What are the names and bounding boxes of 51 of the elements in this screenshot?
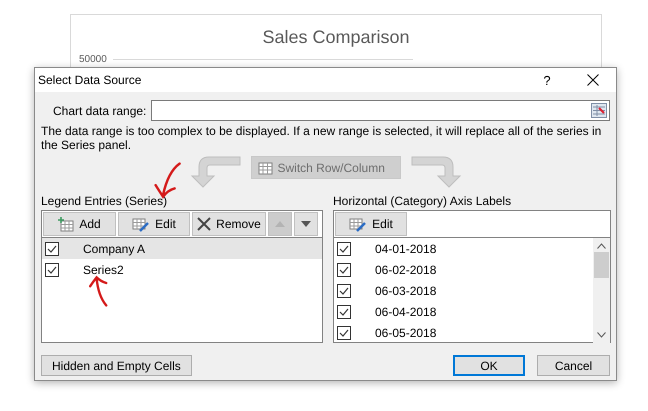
range-input-field[interactable] [151, 100, 610, 121]
switch-table-icon [258, 160, 274, 174]
legend-heading: Legend Entries (Series) [41, 194, 168, 208]
help-button[interactable]: ? [524, 72, 570, 88]
remove-button[interactable]: Remove [192, 212, 266, 236]
chart-title: Sales Comparison [262, 27, 410, 48]
up-triangle-icon [275, 221, 285, 227]
scrollbar[interactable] [593, 238, 610, 343]
axis-label-item[interactable]: 06-03-2018 [334, 280, 593, 301]
axis-labels-heading: Horizontal (Category) Axis Labels [333, 194, 512, 208]
series-name: Company A [83, 242, 146, 256]
axis-label-item[interactable]: 04-01-2018 [334, 238, 593, 259]
axis-label-item[interactable]: 06-02-2018 [334, 259, 593, 280]
checkbox[interactable] [337, 304, 351, 318]
remove-icon [197, 217, 212, 231]
axis-label: 06-03-2018 [375, 284, 436, 298]
dialog-title: Select Data Source [38, 73, 142, 87]
move-down-button[interactable] [294, 212, 318, 236]
edit-table-icon [132, 216, 150, 232]
series-name: Series2 [83, 262, 124, 276]
edit-button[interactable]: Edit [118, 212, 190, 236]
edit-button[interactable]: Edit [335, 212, 407, 236]
message-text: The data range is too complex to be displayed. If a new range is selected, it will replace all of the series in the Series panel. [41, 124, 602, 152]
axis-label: 04-01-2018 [375, 242, 436, 256]
edit-table-icon [349, 216, 368, 232]
series-list-item[interactable]: Series2 [42, 259, 322, 280]
axis-label-item[interactable]: 06-04-2018 [334, 301, 593, 322]
down-triangle-icon [301, 221, 311, 227]
cancel-button[interactable]: Cancel [537, 355, 610, 376]
scroll-down-icon [597, 332, 606, 338]
add-table-icon [58, 216, 74, 232]
scroll-thumb[interactable] [594, 252, 609, 278]
checkbox[interactable] [45, 262, 59, 276]
series-list-item[interactable]: Company A [42, 238, 322, 259]
axis-label-item[interactable]: 06-05-2018 [334, 322, 593, 343]
axis-label: 06-02-2018 [375, 262, 436, 276]
axis-label: 06-05-2018 [375, 326, 436, 340]
axis-tick-label: 50000 [79, 54, 107, 65]
hidden-empty-cells-button[interactable]: Hidden and Empty Cells [41, 355, 192, 376]
checkbox[interactable] [337, 284, 351, 298]
checkbox[interactable] [337, 242, 351, 256]
close-icon [587, 74, 599, 86]
scroll-up-icon [597, 243, 606, 249]
add-button[interactable]: Add [43, 212, 116, 236]
collapse-dialog-icon[interactable] [591, 103, 607, 118]
range-label: Chart data range: [53, 104, 146, 118]
checkbox[interactable] [337, 262, 351, 276]
checkbox[interactable] [45, 242, 59, 256]
axis-label: 06-04-2018 [375, 304, 436, 318]
ok-button[interactable]: OK [453, 355, 525, 376]
checkbox[interactable] [337, 326, 351, 340]
